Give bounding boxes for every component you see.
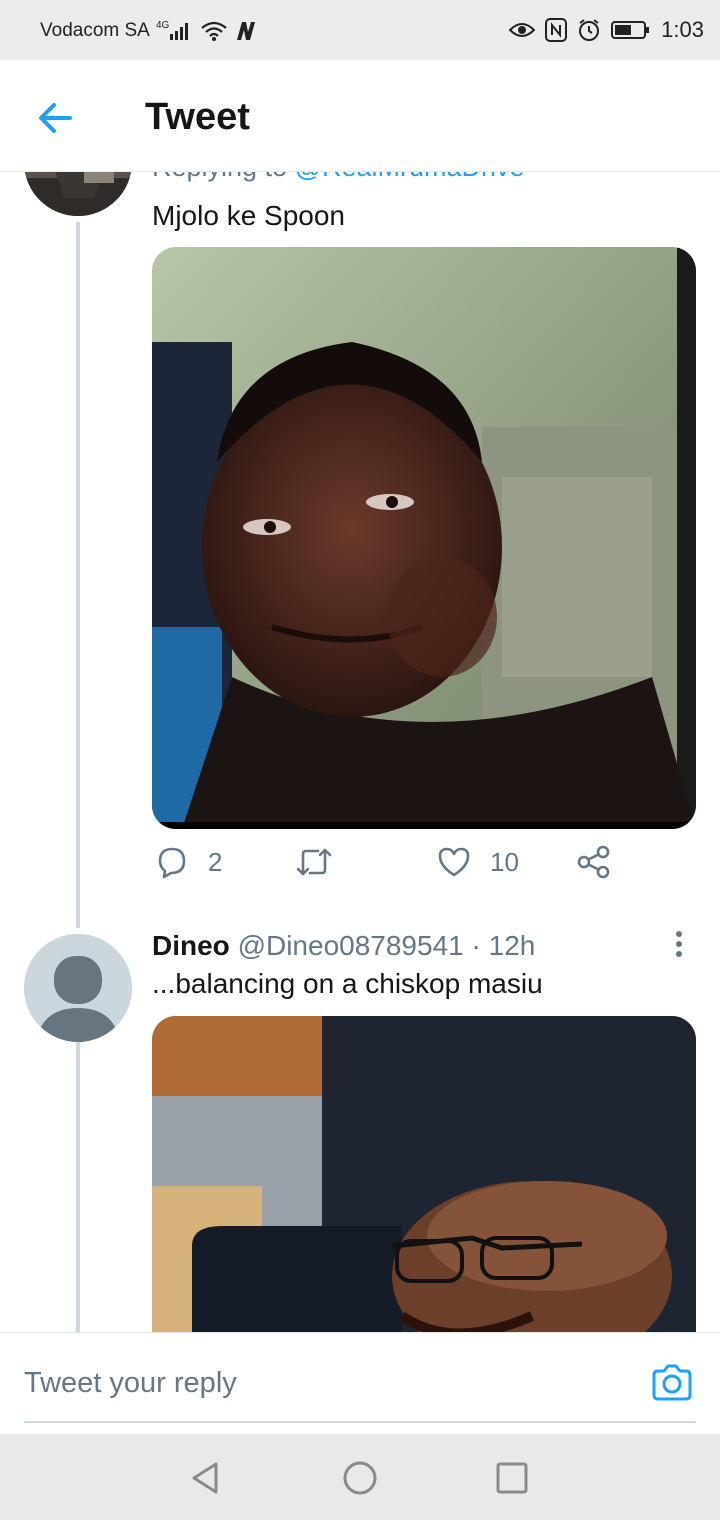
- tweet-time: 12h: [488, 930, 536, 961]
- tweet-media-image[interactable]: [152, 247, 696, 829]
- eye-comfort-icon: [509, 20, 536, 40]
- n-app-icon: [234, 20, 258, 42]
- thread-feed[interactable]: Replying to @RealMrumaDrive Mjolo ke Spo…: [0, 172, 720, 1332]
- nfc-icon: [545, 18, 568, 42]
- app-header: Tweet: [0, 60, 720, 172]
- clock-label: 1:03: [661, 17, 704, 42]
- carrier-label: Vodacom SA: [40, 20, 150, 41]
- nav-home-button[interactable]: [340, 1458, 380, 1498]
- camera-icon: [652, 1364, 692, 1401]
- author-name[interactable]: Dineo: [152, 930, 230, 961]
- replying-to-line: Replying to @RealMrumaDrive: [152, 172, 525, 183]
- back-button[interactable]: [34, 96, 78, 140]
- wifi-icon: [200, 20, 228, 42]
- heart-icon: [438, 847, 470, 877]
- avatar[interactable]: [24, 172, 132, 216]
- nav-recents-icon: [496, 1462, 528, 1494]
- tweet-actions: 2 10: [152, 844, 696, 894]
- tweet-text: ...balancing on a chiskop masiu: [152, 968, 543, 999]
- default-avatar-icon: [24, 934, 132, 1042]
- battery-icon: [611, 20, 651, 40]
- nav-back-button[interactable]: [186, 1458, 226, 1498]
- reply-count: 2: [208, 846, 223, 877]
- author-handle[interactable]: @Dineo08789541: [238, 930, 464, 961]
- back-arrow-icon: [39, 103, 72, 133]
- reply-composer: Tweet your reply: [0, 1332, 720, 1434]
- reply-icon: [158, 847, 186, 879]
- reply-input[interactable]: Tweet your reply: [24, 1367, 237, 1400]
- share-icon: [577, 845, 610, 879]
- like-button[interactable]: 10: [436, 844, 519, 880]
- more-options-button[interactable]: [666, 930, 692, 960]
- meta-separator: ·: [471, 930, 481, 961]
- more-vertical-icon: [676, 931, 682, 957]
- page-title: Tweet: [145, 96, 250, 138]
- alarm-icon: [577, 18, 601, 42]
- tweet-media-image[interactable]: [152, 1016, 696, 1332]
- nav-recents-button[interactable]: [492, 1458, 532, 1498]
- tweet-author-row: Dineo @Dineo08789541 · 12h: [152, 930, 535, 962]
- replying-to-label: Replying to: [152, 172, 287, 182]
- avatar[interactable]: [24, 934, 132, 1042]
- network-type-label: 4G: [156, 20, 170, 31]
- system-nav-bar: [0, 1434, 720, 1520]
- signal-icon: 4G: [156, 20, 194, 42]
- camera-button[interactable]: [650, 1363, 694, 1403]
- share-button[interactable]: [576, 844, 612, 880]
- retweet-button[interactable]: [294, 844, 352, 880]
- reply-button[interactable]: 2: [154, 844, 222, 880]
- tweet-text: Mjolo ke Spoon: [152, 200, 346, 231]
- status-bar: Vodacom SA 4G 1:03: [0, 0, 720, 60]
- reply-input-underline: [24, 1421, 696, 1423]
- retweet-icon: [296, 848, 332, 876]
- nav-home-icon: [343, 1461, 377, 1495]
- like-count: 10: [490, 846, 519, 877]
- nav-back-icon: [192, 1462, 218, 1494]
- thread-connector-line: [76, 222, 80, 928]
- thread-connector-line: [76, 1042, 80, 1332]
- replying-to-handle-link[interactable]: @RealMrumaDrive: [295, 172, 525, 182]
